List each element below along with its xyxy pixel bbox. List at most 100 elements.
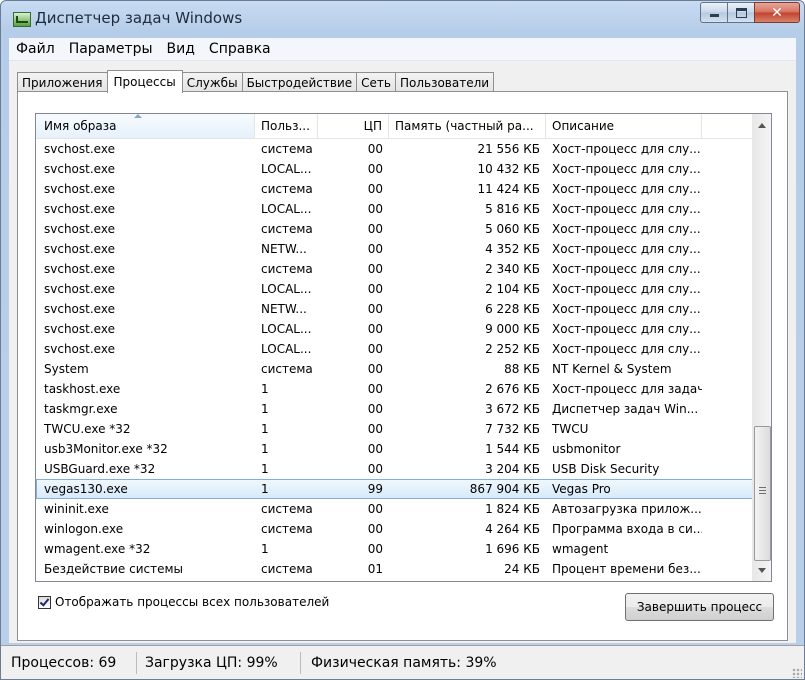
- table-row[interactable]: svchost.exe система 00 5 060 КБ Хост-процесс…: [36, 219, 754, 239]
- table-row[interactable]: System система 00 88 КБ NT Kernel & System: [36, 359, 754, 379]
- cell-cpu: 99: [367, 482, 383, 496]
- cell-cpu: 00: [367, 262, 383, 276]
- show-all-users-checkbox[interactable]: [38, 595, 51, 609]
- task-manager-window: Диспетчер задач Windows ✕ Файл Параметры…: [0, 0, 805, 680]
- cell-memory: 11 424 КБ: [477, 182, 540, 196]
- table-row[interactable]: svchost.exe система 00 21 556 КБ Хост-процес…: [36, 139, 754, 159]
- cell-description: Автозагрузка прилож...: [552, 502, 702, 516]
- show-all-users-option[interactable]: Отображать процессы всех пользователей: [38, 595, 329, 609]
- column-header-label: Память (частный ра...: [395, 119, 534, 133]
- cell-memory: 2 252 КБ: [485, 342, 540, 356]
- scroll-down-arrow-icon[interactable]: [753, 562, 771, 579]
- table-row[interactable]: svchost.exe LOCAL... 00 5 816 КБ Хост-процес…: [36, 199, 754, 219]
- cell-cpu: 00: [367, 462, 383, 476]
- menu-view[interactable]: Вид: [160, 41, 202, 57]
- cell-description: Хост-процесс для слу...: [552, 262, 701, 276]
- cell-cpu: 00: [367, 502, 383, 516]
- maximize-button[interactable]: [727, 2, 755, 23]
- cell-image-name: svchost.exe: [44, 162, 115, 176]
- table-row[interactable]: Бездействие системы система 01 24 КБ Процент…: [36, 559, 754, 579]
- tab-applications[interactable]: Приложения: [17, 72, 108, 92]
- cell-user: 1: [261, 382, 269, 396]
- column-header-label: Польз...: [261, 119, 310, 133]
- cell-image-name: winlogon.exe: [44, 522, 124, 536]
- cell-description: Хост-процесс для слу...: [552, 142, 701, 156]
- tab-processes[interactable]: Процессы: [106, 70, 183, 93]
- tab-networking[interactable]: Сеть: [356, 72, 396, 92]
- tab-users[interactable]: Пользователи: [394, 72, 495, 92]
- cell-description: Хост-процесс для слу...: [552, 182, 701, 196]
- cell-description: wmagent: [552, 542, 609, 556]
- table-row[interactable]: usb3Monitor.exe *32 1 00 1 544 КБ usbmonitor: [36, 439, 754, 459]
- tab-performance[interactable]: Быстродействие: [241, 72, 358, 92]
- cell-image-name: svchost.exe: [44, 222, 115, 236]
- cell-memory: 9 000 КБ: [485, 322, 540, 336]
- table-row[interactable]: taskmgr.exe 1 00 3 672 КБ Диспетчер задач Wi…: [36, 399, 754, 419]
- cell-user: 1: [261, 402, 269, 416]
- minimize-icon: [709, 14, 719, 17]
- cell-user: LOCAL...: [261, 282, 312, 296]
- tab-services[interactable]: Службы: [181, 72, 243, 92]
- cell-description: Хост-процесс для слу...: [552, 342, 701, 356]
- column-header-memory[interactable]: Память (частный ра...: [389, 114, 546, 138]
- cell-image-name: System: [44, 362, 89, 376]
- table-row[interactable]: svchost.exe LOCAL... 00 10 432 КБ Хост-проце…: [36, 159, 754, 179]
- column-header-label: Имя образа: [44, 119, 117, 133]
- cell-image-name: TWCU.exe *32: [44, 422, 131, 436]
- scrollbar-thumb[interactable]: [754, 426, 771, 561]
- cell-memory: 24 КБ: [504, 562, 540, 576]
- menu-help[interactable]: Справка: [202, 41, 278, 57]
- table-row[interactable]: taskhost.exe 1 00 2 676 КБ Хост-процесс для …: [36, 379, 754, 399]
- cell-image-name: Бездействие системы: [44, 562, 184, 576]
- table-row[interactable]: svchost.exe LOCAL... 00 2 104 КБ Хост-процес…: [36, 279, 754, 299]
- cell-memory: 88 КБ: [504, 362, 540, 376]
- process-list[interactable]: Имя образа Польз... ЦП Память (частный р…: [35, 113, 772, 582]
- title-bar[interactable]: Диспетчер задач Windows ✕: [1, 1, 804, 37]
- cell-description: usbmonitor: [552, 442, 621, 456]
- close-button[interactable]: ✕: [754, 2, 800, 23]
- cell-description: Хост-процесс для слу...: [552, 202, 701, 216]
- menu-options[interactable]: Параметры: [62, 41, 160, 57]
- table-row[interactable]: wmagent.exe *32 1 00 1 696 КБ wmagent: [36, 539, 754, 559]
- table-row[interactable]: vegas130.exe 1 99 867 904 КБ Vegas Pro: [36, 479, 754, 499]
- cell-image-name: svchost.exe: [44, 182, 115, 196]
- end-process-button[interactable]: Завершить процесс: [625, 593, 774, 621]
- cell-user: 1: [261, 462, 269, 476]
- column-header-cpu[interactable]: ЦП: [318, 114, 389, 138]
- grip-icon: [759, 487, 766, 494]
- show-all-users-label: Отображать процессы всех пользователей: [55, 595, 330, 609]
- cell-image-name: svchost.exe: [44, 142, 115, 156]
- vertical-scrollbar[interactable]: [752, 114, 771, 581]
- cell-user: система: [261, 142, 313, 156]
- table-row[interactable]: svchost.exe система 00 2 340 КБ Хост-процесс…: [36, 259, 754, 279]
- menu-bar: Файл Параметры Вид Справка: [9, 38, 796, 61]
- table-row[interactable]: wininit.exe система 00 1 824 КБ Автозагрузка…: [36, 499, 754, 519]
- table-row[interactable]: svchost.exe NETW... 00 4 352 КБ Хост-процесс…: [36, 239, 754, 259]
- window-title: Диспетчер задач Windows: [35, 9, 243, 27]
- resize-grip-icon[interactable]: [792, 668, 802, 678]
- cell-cpu: 00: [367, 302, 383, 316]
- cell-user: 1: [261, 542, 269, 556]
- caption-buttons: ✕: [700, 2, 800, 23]
- cell-user: NETW...: [261, 302, 307, 316]
- table-row[interactable]: svchost.exe LOCAL... 00 9 000 КБ Хост-процес…: [36, 319, 754, 339]
- table-row[interactable]: svchost.exe система 00 11 424 КБ Хост-процес…: [36, 179, 754, 199]
- table-row[interactable]: winlogon.exe система 00 4 264 КБ Программа в…: [36, 519, 754, 539]
- column-header-user[interactable]: Польз...: [255, 114, 318, 138]
- table-row[interactable]: USBGuard.exe *32 1 00 3 204 КБ USB Disk Secu…: [36, 459, 754, 479]
- cell-user: система: [261, 522, 313, 536]
- column-header-description[interactable]: Описание: [546, 114, 702, 138]
- minimize-button[interactable]: [700, 2, 728, 23]
- cell-memory: 3 672 КБ: [485, 402, 540, 416]
- menu-file[interactable]: Файл: [9, 41, 62, 57]
- column-header-label: Описание: [552, 119, 615, 133]
- scroll-up-arrow-icon[interactable]: [753, 118, 771, 135]
- table-row[interactable]: svchost.exe NETW... 00 6 228 КБ Хост-процесс…: [36, 299, 754, 319]
- cell-description: TWCU: [552, 422, 589, 436]
- table-row[interactable]: TWCU.exe *32 1 00 7 732 КБ TWCU: [36, 419, 754, 439]
- cell-cpu: 00: [367, 442, 383, 456]
- table-row[interactable]: svchost.exe LOCAL... 00 2 252 КБ Хост-процес…: [36, 339, 754, 359]
- cell-cpu: 00: [367, 402, 383, 416]
- close-icon: ✕: [771, 4, 783, 21]
- column-header-image-name[interactable]: Имя образа: [36, 114, 255, 138]
